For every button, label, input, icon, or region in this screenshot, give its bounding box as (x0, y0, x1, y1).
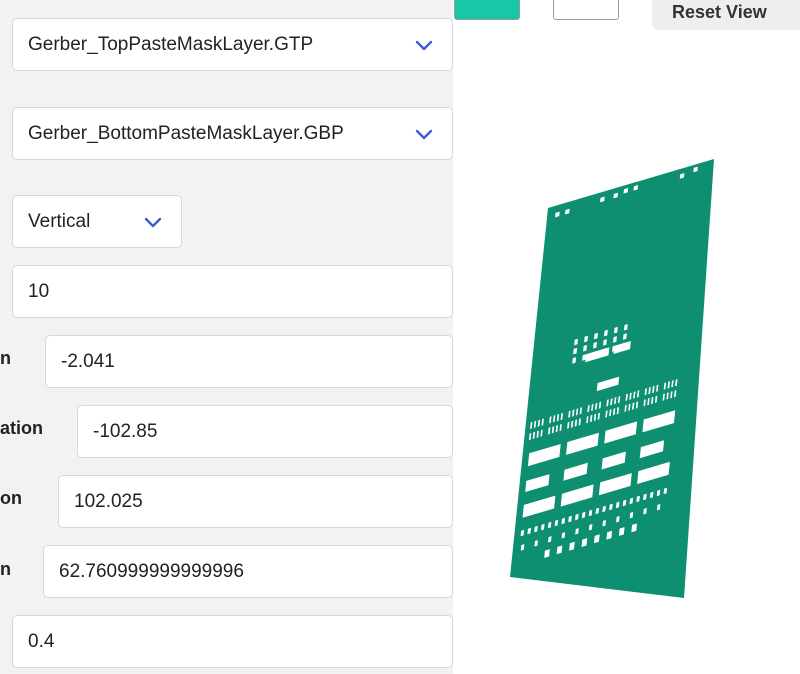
stencil-pad (568, 515, 572, 523)
stencil-pad (643, 508, 647, 515)
stencil-pad (575, 513, 579, 521)
stencil-pad (561, 517, 565, 525)
stencil-pad (629, 512, 634, 519)
pcb-stencil-render (510, 159, 714, 598)
stencil-pad (520, 544, 525, 551)
pcb-board (510, 159, 714, 598)
